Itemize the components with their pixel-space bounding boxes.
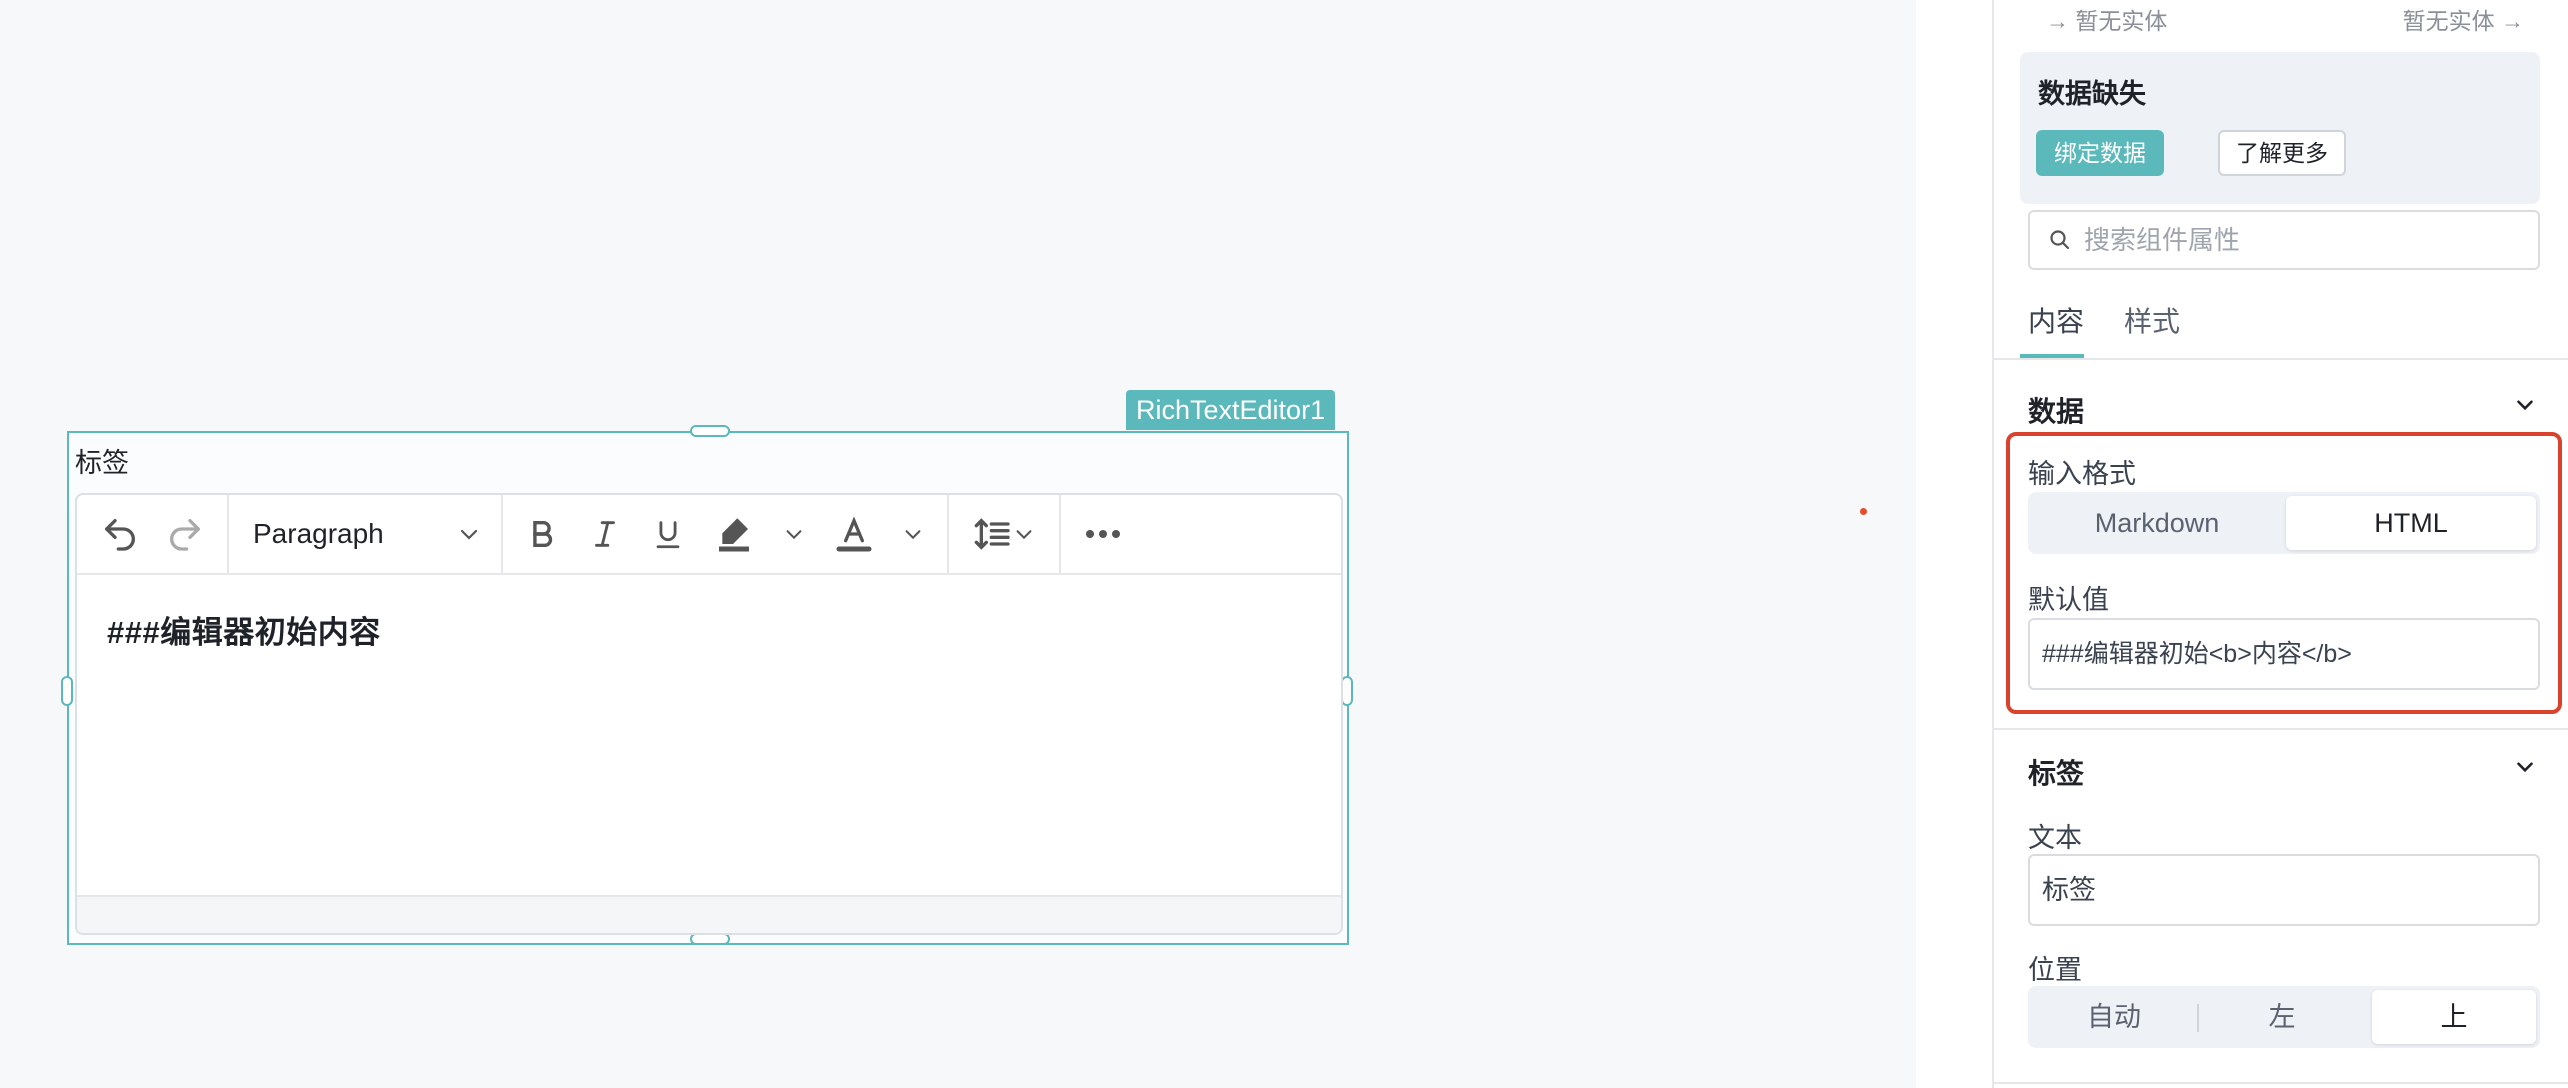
chevron-down-icon bbox=[460, 529, 478, 540]
chevron-down-icon[interactable] bbox=[902, 495, 924, 573]
format-html-option[interactable]: HTML bbox=[2286, 496, 2536, 550]
search-icon bbox=[2050, 230, 2070, 250]
entity-right-label: 暂无实体 bbox=[2402, 8, 2495, 34]
underline-icon[interactable] bbox=[651, 495, 685, 573]
learn-more-button[interactable]: 了解更多 bbox=[2218, 130, 2346, 176]
block-format-group: Paragraph bbox=[229, 495, 503, 573]
label-section-title: 标签 bbox=[2028, 758, 2085, 789]
position-segmented: 自动 左 上 bbox=[2028, 986, 2540, 1048]
editor-box: Paragraph ###编辑器初始内容 bbox=[75, 493, 1343, 935]
italic-icon[interactable] bbox=[588, 495, 622, 573]
arrow-right-icon: → bbox=[2494, 8, 2524, 34]
label-text-field[interactable]: 标签 bbox=[2028, 854, 2540, 926]
editor-statusbar bbox=[77, 895, 1341, 933]
bind-data-button[interactable]: 绑定数据 bbox=[2036, 130, 2164, 176]
paragraph-select-value: Paragraph bbox=[253, 518, 384, 549]
position-left-option[interactable]: 左 bbox=[2200, 990, 2364, 1044]
input-format-segmented: Markdown HTML bbox=[2028, 492, 2540, 554]
content-plain: ###编辑器初始 bbox=[107, 615, 318, 650]
label-text-label: 文本 bbox=[2028, 823, 2082, 853]
data-section-header[interactable]: 数据 bbox=[2028, 390, 2538, 430]
properties-panel: → 暂无实体 暂无实体 → 数据缺失 绑定数据 了解更多 内容 样式 数据 输入… bbox=[1992, 0, 2568, 1088]
arrow-right-icon: → bbox=[2046, 8, 2076, 34]
editor-content[interactable]: ###编辑器初始内容 bbox=[107, 607, 381, 652]
bold-icon[interactable] bbox=[525, 495, 559, 573]
data-missing-title: 数据缺失 bbox=[2038, 79, 2146, 109]
segment-separator bbox=[2197, 1004, 2199, 1032]
content-bold: 内容 bbox=[317, 615, 381, 650]
panel-bottom-divider bbox=[1994, 1082, 2568, 1084]
position-label: 位置 bbox=[2028, 955, 2082, 985]
paragraph-select[interactable]: Paragraph bbox=[229, 495, 501, 573]
position-top-option[interactable]: 上 bbox=[2372, 990, 2536, 1044]
editor-toolbar: Paragraph bbox=[77, 495, 1341, 575]
data-section-title: 数据 bbox=[2028, 396, 2085, 427]
canvas-marker-dot bbox=[1860, 508, 1867, 515]
panel-tabs: 内容 样式 bbox=[1994, 290, 2568, 360]
chevron-down-icon bbox=[2517, 762, 2533, 773]
highlight-color-icon[interactable] bbox=[714, 495, 754, 573]
tab-content[interactable]: 内容 bbox=[2028, 300, 2084, 340]
data-missing-card: 数据缺失 绑定数据 了解更多 bbox=[2020, 52, 2540, 204]
line-height-icon[interactable] bbox=[973, 495, 1035, 573]
default-value-field[interactable]: ###编辑器初始<b>内容</b> bbox=[2028, 618, 2540, 690]
input-format-label: 输入格式 bbox=[2028, 459, 2136, 489]
component-name-tag[interactable]: RichTextEditor1 bbox=[1126, 390, 1336, 430]
active-tab-indicator bbox=[2020, 354, 2084, 358]
font-color-icon[interactable] bbox=[834, 495, 874, 573]
format-markdown-option[interactable]: Markdown bbox=[2032, 496, 2282, 550]
redo-icon[interactable] bbox=[165, 495, 205, 573]
default-value-label: 默认值 bbox=[2028, 585, 2109, 615]
tab-style[interactable]: 样式 bbox=[2124, 300, 2180, 340]
editor-label: 标签 bbox=[75, 448, 129, 478]
undo-icon[interactable] bbox=[100, 495, 140, 573]
design-canvas[interactable]: RichTextEditor1 标签 Paragraph ###编辑器初始内容 bbox=[0, 0, 1916, 1088]
section-divider bbox=[1994, 728, 2568, 730]
entity-nav: → 暂无实体 暂无实体 → bbox=[1994, 0, 2568, 34]
resize-handle-top[interactable] bbox=[690, 425, 730, 437]
property-search[interactable] bbox=[2028, 210, 2540, 270]
rich-text-editor-component[interactable]: 标签 Paragraph ###编辑器初始内容 bbox=[61, 425, 1353, 945]
panel-gutter bbox=[1916, 0, 1992, 1088]
label-section-header[interactable]: 标签 bbox=[2028, 752, 2538, 792]
entity-prev-link[interactable]: → 暂无实体 bbox=[2046, 2, 2167, 36]
chevron-down-icon[interactable] bbox=[783, 495, 805, 573]
position-auto-option[interactable]: 自动 bbox=[2032, 990, 2196, 1044]
search-input[interactable] bbox=[2084, 224, 2504, 256]
chevron-down-icon bbox=[1016, 530, 1032, 540]
entity-left-label: 暂无实体 bbox=[2075, 8, 2168, 34]
more-icon[interactable] bbox=[1061, 495, 1145, 573]
inline-format-group bbox=[503, 495, 949, 573]
chevron-down-icon bbox=[2517, 400, 2533, 411]
entity-next-link[interactable]: 暂无实体 → bbox=[2403, 2, 2524, 36]
line-height-group bbox=[949, 495, 1061, 573]
resize-handle-left[interactable] bbox=[61, 676, 73, 706]
history-group bbox=[77, 495, 229, 573]
